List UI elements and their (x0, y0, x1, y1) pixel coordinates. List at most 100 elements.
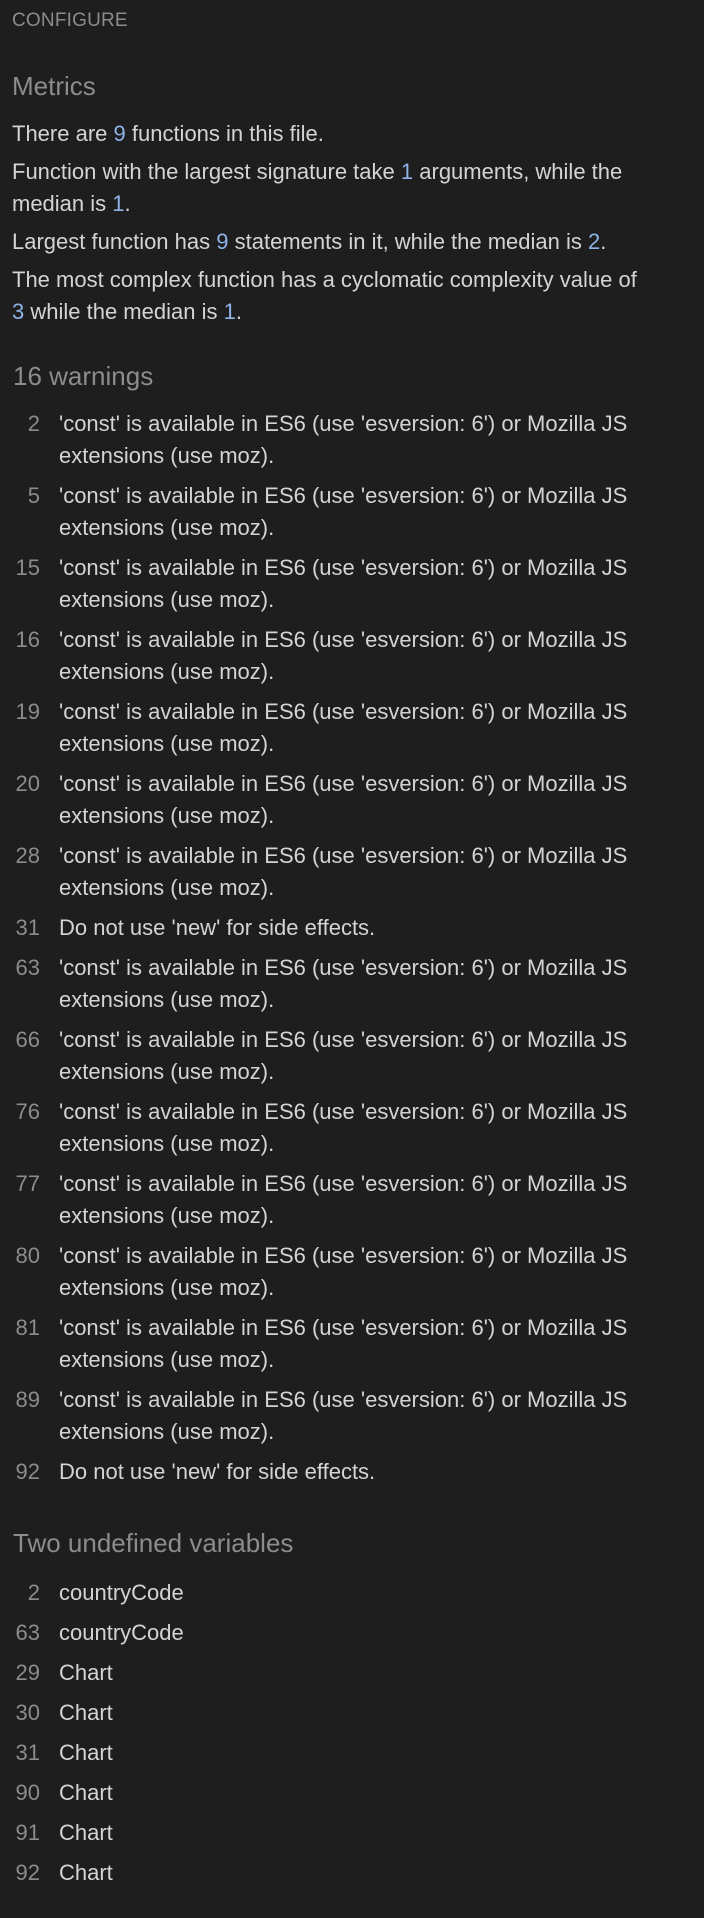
warning-row[interactable]: 31 Do not use 'new' for side effects. (12, 912, 692, 944)
line-number: 20 (15, 771, 40, 796)
warning-row[interactable]: 20 'const' is available in ES6 (use 'esve… (12, 768, 692, 832)
warning-message: 'const' is available in ES6 (use 'esvers… (59, 411, 628, 468)
metric-value: 1 (400, 159, 414, 184)
undefined-variable-row[interactable]: 31 Chart (12, 1737, 692, 1769)
line-number: 63 (15, 955, 40, 980)
line-number: 90 (15, 1780, 40, 1805)
warning-row[interactable]: 16 'const' is available in ES6 (use 'esve… (12, 624, 692, 688)
warning-row[interactable]: 5 'const' is available in ES6 (use 'esver… (12, 480, 692, 544)
line-number: 63 (15, 1620, 40, 1645)
warning-message: 'const' is available in ES6 (use 'esvers… (59, 1099, 628, 1156)
metric-value: 3 (12, 299, 25, 324)
metric-text: statements in it, while the median is (228, 229, 588, 254)
undefined-variable-row[interactable]: 30 Chart (12, 1697, 692, 1729)
warning-row[interactable]: 92 Do not use 'new' for side effects. (12, 1456, 692, 1488)
undefined-variable-row[interactable]: 91 Chart (12, 1817, 692, 1849)
metric-statements: Largest function has 9 statements in it,… (12, 226, 652, 258)
line-number: 30 (15, 1700, 40, 1725)
warning-row[interactable]: 63 'const' is available in ES6 (use 'esve… (12, 952, 692, 1016)
metric-value: 9 (113, 121, 126, 146)
undefined-variable-row[interactable]: 63 countryCode (12, 1617, 692, 1649)
configure-link[interactable]: CONFIGURE (12, 0, 692, 32)
line-number: 92 (15, 1459, 40, 1484)
undefined-variable-row[interactable]: 2 countryCode (12, 1577, 692, 1609)
undefined-variables-list: 2 countryCode 63 countryCode 29 Chart 30 Chart 3… (12, 1577, 692, 1897)
line-number: 19 (15, 699, 40, 724)
line-number: 77 (15, 1171, 40, 1196)
line-number: 76 (15, 1099, 40, 1124)
line-number: 16 (15, 627, 40, 652)
metric-text: . (124, 191, 131, 216)
metric-text: while the median is (24, 299, 224, 324)
line-number: 89 (15, 1387, 40, 1412)
warning-message: 'const' is available in ES6 (use 'esvers… (59, 1243, 628, 1300)
undefined-variable-row[interactable]: 90 Chart (12, 1777, 692, 1809)
line-number: 80 (15, 1243, 40, 1268)
metrics-section: There are 9 functions in this file. Func… (12, 118, 652, 334)
warnings-list: 2 'const' is available in ES6 (use 'esver… (12, 408, 692, 1496)
line-number: 91 (15, 1820, 40, 1845)
metric-value: 1 (223, 299, 236, 324)
warnings-title: 16 warnings (13, 361, 154, 391)
metric-signature: Function with the largest signature take… (12, 156, 652, 220)
metric-text: functions in this file. (125, 121, 324, 146)
line-number: 2 (27, 411, 40, 436)
warning-message: 'const' is available in ES6 (use 'esvers… (59, 955, 628, 1012)
warning-message: 'const' is available in ES6 (use 'esvers… (59, 1387, 628, 1444)
warning-message: 'const' is available in ES6 (use 'esvers… (59, 1315, 628, 1372)
metric-value: 2 (588, 229, 601, 254)
warning-message: 'const' is available in ES6 (use 'esvers… (59, 1027, 628, 1084)
warning-message: 'const' is available in ES6 (use 'esvers… (59, 699, 628, 756)
warning-message: 'const' is available in ES6 (use 'esvers… (59, 483, 628, 540)
line-number: 66 (15, 1027, 40, 1052)
metric-text: . (235, 299, 242, 324)
line-number: 81 (15, 1315, 40, 1340)
variable-name: Chart (59, 1740, 113, 1765)
variable-name: Chart (59, 1700, 113, 1725)
jshint-report: CONFIGURE Metrics There are 9 functions … (0, 0, 704, 1885)
line-number: 5 (27, 483, 40, 508)
warning-row[interactable]: 80 'const' is available in ES6 (use 'esve… (12, 1240, 692, 1304)
line-number: 29 (15, 1660, 40, 1685)
warning-row[interactable]: 77 'const' is available in ES6 (use 'esve… (12, 1168, 692, 1232)
variable-name: Chart (59, 1860, 113, 1885)
metric-text: There are (12, 121, 114, 146)
warning-row[interactable]: 28 'const' is available in ES6 (use 'esve… (12, 840, 692, 904)
metric-value: 1 (112, 191, 125, 216)
line-number: 92 (15, 1860, 40, 1885)
variable-name: countryCode (59, 1580, 184, 1605)
variable-name: Chart (59, 1780, 113, 1805)
warning-message: Do not use 'new' for side effects. (59, 1459, 376, 1484)
variable-name: Chart (59, 1820, 113, 1845)
warning-row[interactable]: 19 'const' is available in ES6 (use 'esve… (12, 696, 692, 760)
warning-row[interactable]: 76 'const' is available in ES6 (use 'esve… (12, 1096, 692, 1160)
warning-row[interactable]: 2 'const' is available in ES6 (use 'esver… (12, 408, 692, 472)
warning-message: 'const' is available in ES6 (use 'esvers… (59, 843, 628, 900)
warning-message: 'const' is available in ES6 (use 'esvers… (59, 555, 628, 612)
undefined-variable-row[interactable]: 29 Chart (12, 1657, 692, 1689)
warning-message: 'const' is available in ES6 (use 'esvers… (59, 771, 628, 828)
metrics-title: Metrics (12, 71, 96, 101)
warning-message: 'const' is available in ES6 (use 'esvers… (59, 1171, 628, 1228)
line-number: 2 (27, 1580, 40, 1605)
metric-complexity: The most complex function has a cyclomat… (12, 264, 652, 328)
line-number: 15 (15, 555, 40, 580)
line-number: 28 (15, 843, 40, 868)
undefined-variables-title: Two undefined variables (13, 1528, 294, 1558)
warning-row[interactable]: 66 'const' is available in ES6 (use 'esve… (12, 1024, 692, 1088)
metric-text: Function with the largest signature take (12, 159, 401, 184)
metric-text: . (600, 229, 607, 254)
metric-text: Largest function has (12, 229, 217, 254)
metric-function-count: There are 9 functions in this file. (12, 118, 652, 150)
variable-name: countryCode (59, 1620, 184, 1645)
warning-row[interactable]: 81 'const' is available in ES6 (use 'esve… (12, 1312, 692, 1376)
warning-message: 'const' is available in ES6 (use 'esvers… (59, 627, 628, 684)
metric-text: The most complex function has a cyclomat… (12, 267, 637, 292)
line-number: 31 (15, 1740, 40, 1765)
metric-value: 9 (216, 229, 229, 254)
line-number: 31 (15, 915, 40, 940)
undefined-variable-row[interactable]: 92 Chart (12, 1857, 692, 1889)
warning-message: Do not use 'new' for side effects. (59, 915, 376, 940)
warning-row[interactable]: 89 'const' is available in ES6 (use 'esve… (12, 1384, 692, 1448)
warning-row[interactable]: 15 'const' is available in ES6 (use 'esve… (12, 552, 692, 616)
